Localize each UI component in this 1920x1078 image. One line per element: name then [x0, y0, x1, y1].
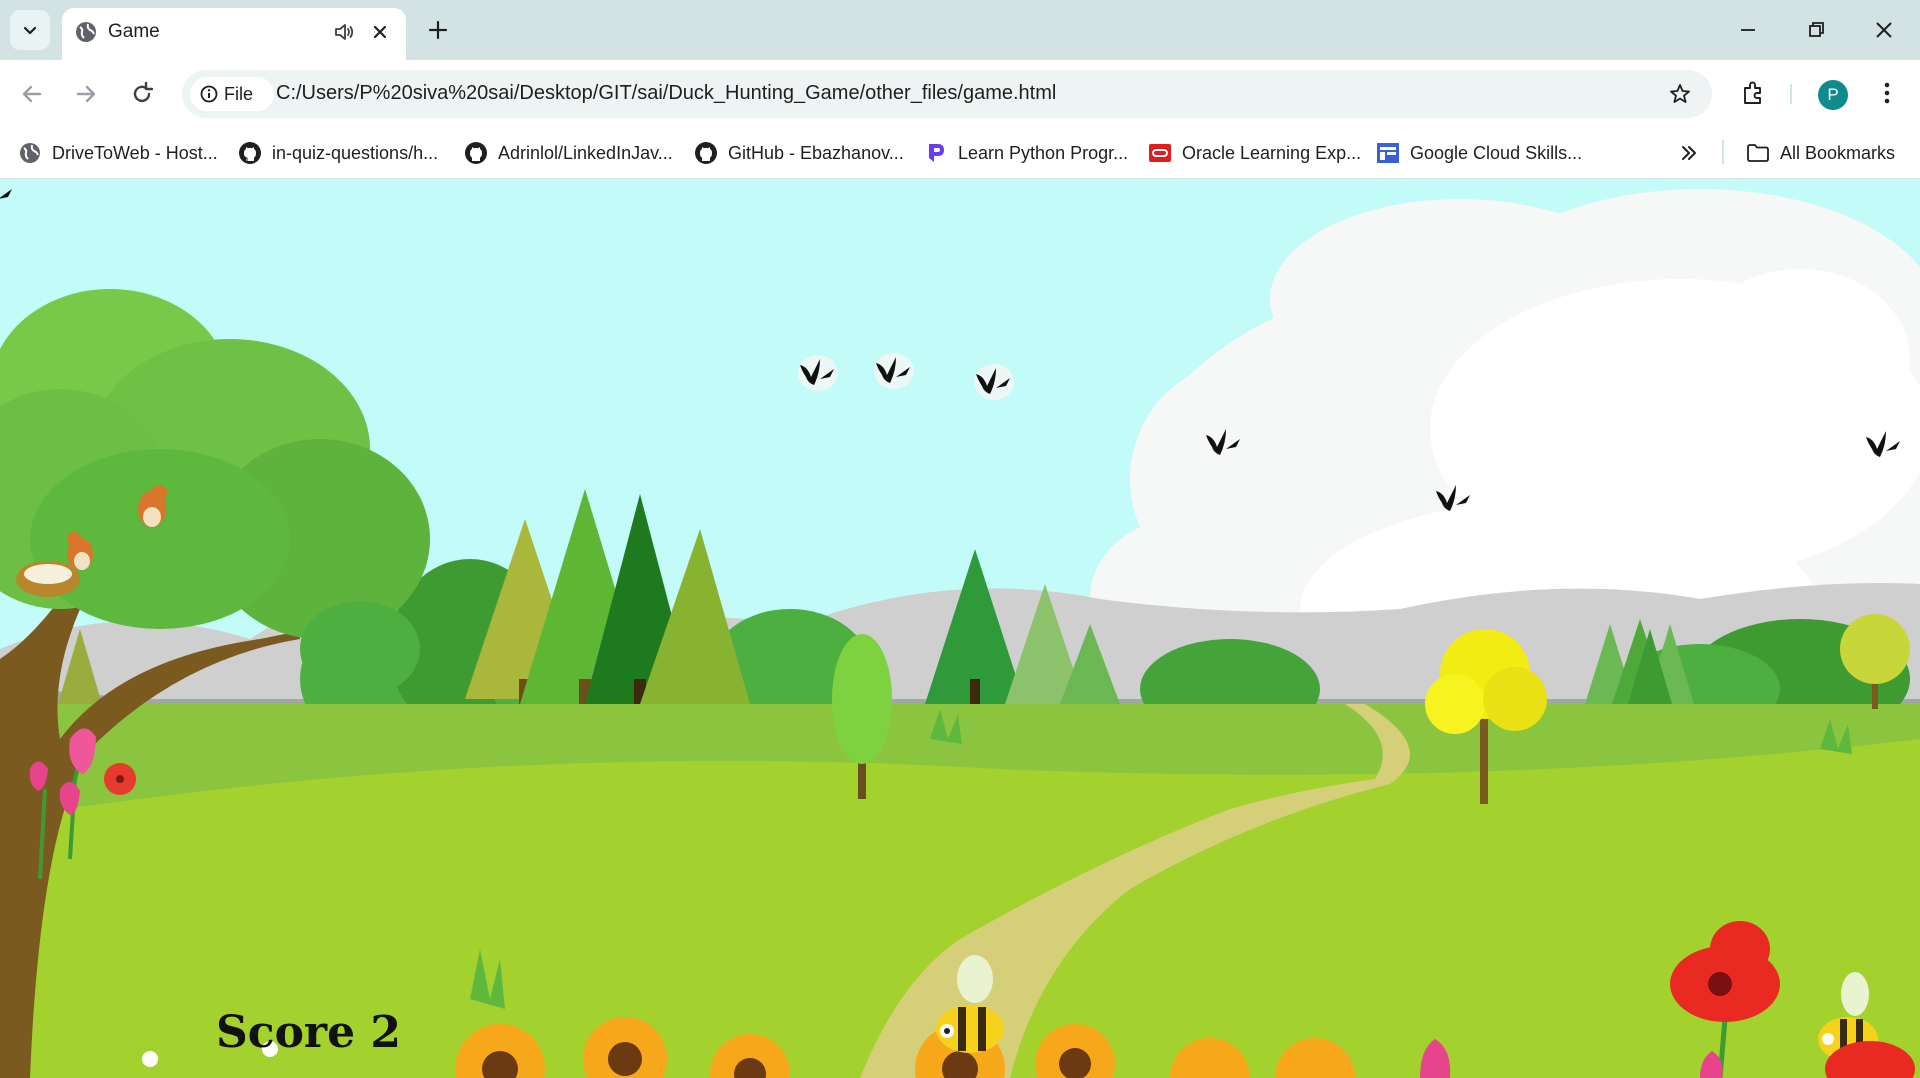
globe-icon: [76, 22, 96, 42]
globe-icon: [20, 143, 40, 163]
bookmark-github-ebazhanov[interactable]: GitHub - Ebazhanov...: [694, 140, 904, 166]
duck-target[interactable]: [796, 353, 840, 393]
bookmark-label: GitHub - Ebazhanov...: [728, 142, 904, 163]
speaker-icon[interactable]: [332, 20, 356, 44]
new-tab-icon[interactable]: [424, 16, 452, 44]
site-info-chip[interactable]: File: [190, 77, 274, 111]
duck-target[interactable]: [0, 179, 18, 213]
minimize-icon[interactable]: [1732, 14, 1764, 46]
bookmark-drivetoweb[interactable]: DriveToWeb - Host...: [18, 140, 218, 166]
back-icon[interactable]: [16, 78, 48, 110]
bookmark-label: Learn Python Progr...: [958, 142, 1129, 163]
restore-icon[interactable]: [1800, 14, 1832, 46]
menu-kebab-icon[interactable]: [1872, 78, 1902, 108]
programiz-icon: [929, 144, 944, 162]
forward-icon[interactable]: [70, 78, 102, 110]
score-display: Score 2: [216, 1007, 402, 1058]
chevron-down-icon: [23, 26, 37, 35]
more-bookmarks-icon[interactable]: [1676, 140, 1702, 166]
tab-search-button[interactable]: [10, 10, 50, 50]
profile-avatar[interactable]: P: [1818, 80, 1848, 110]
bookmark-in-quiz-questions[interactable]: in-quiz-questions/h...: [238, 140, 438, 166]
tab-title: Game: [108, 21, 160, 42]
duck-target[interactable]: [1432, 479, 1476, 519]
bookmark-label: Adrinlol/LinkedInJav...: [498, 142, 673, 163]
bookmark-adrinlol[interactable]: Adrinlol/LinkedInJav...: [464, 140, 673, 166]
reload-icon[interactable]: [126, 78, 158, 110]
info-icon: [200, 85, 218, 103]
all-bookmarks-label: All Bookmarks: [1780, 142, 1896, 163]
toolbar: File C:/Users/P%20siva%20sai/Desktop/GIT…: [0, 60, 1920, 128]
toolbar-divider: [1790, 84, 1792, 104]
github-icon: [239, 142, 261, 164]
duck-target[interactable]: [1862, 425, 1906, 465]
bookmark-label: DriveToWeb - Host...: [52, 142, 218, 163]
close-window-icon[interactable]: [1868, 14, 1900, 46]
duck-target[interactable]: [872, 351, 916, 391]
bookmark-google-cloud-skills[interactable]: Google Cloud Skills...: [1376, 140, 1582, 166]
game-canvas[interactable]: Score 2: [0, 179, 1920, 1078]
tab-strip: Game: [0, 0, 1920, 60]
bookmark-star-icon[interactable]: [1668, 82, 1692, 106]
bookmark-label: in-quiz-questions/h...: [272, 142, 439, 163]
duck-target[interactable]: [1202, 423, 1246, 463]
bookmarks-divider: [1722, 140, 1724, 164]
duck-target[interactable]: [972, 362, 1016, 402]
address-bar[interactable]: File C:/Users/P%20siva%20sai/Desktop/GIT…: [182, 70, 1712, 118]
bookmark-oracle-learning[interactable]: Oracle Learning Exp...: [1148, 140, 1361, 166]
bookmark-label: Oracle Learning Exp...: [1182, 142, 1362, 163]
url-text[interactable]: C:/Users/P%20siva%20sai/Desktop/GIT/sai/…: [276, 82, 1056, 105]
game-background-scene: [0, 179, 1920, 1078]
oracle-icon: [1149, 144, 1171, 162]
bookmark-label: Google Cloud Skills...: [1410, 142, 1583, 163]
github-icon: [465, 142, 487, 164]
extensions-icon[interactable]: [1738, 78, 1768, 108]
github-icon: [695, 142, 717, 164]
bookmark-learn-python[interactable]: Learn Python Progr...: [924, 140, 1128, 166]
bookmarks-bar: DriveToWeb - Host... in-quiz-questions/h…: [0, 128, 1920, 179]
folder-icon: [1747, 144, 1769, 162]
all-bookmarks-button[interactable]: All Bookmarks: [1746, 140, 1895, 166]
google-cloud-skills-icon: [1377, 143, 1399, 163]
close-tab-icon[interactable]: [368, 20, 392, 44]
site-chip-label: File: [224, 84, 254, 104]
tab-game[interactable]: Game: [62, 8, 406, 60]
